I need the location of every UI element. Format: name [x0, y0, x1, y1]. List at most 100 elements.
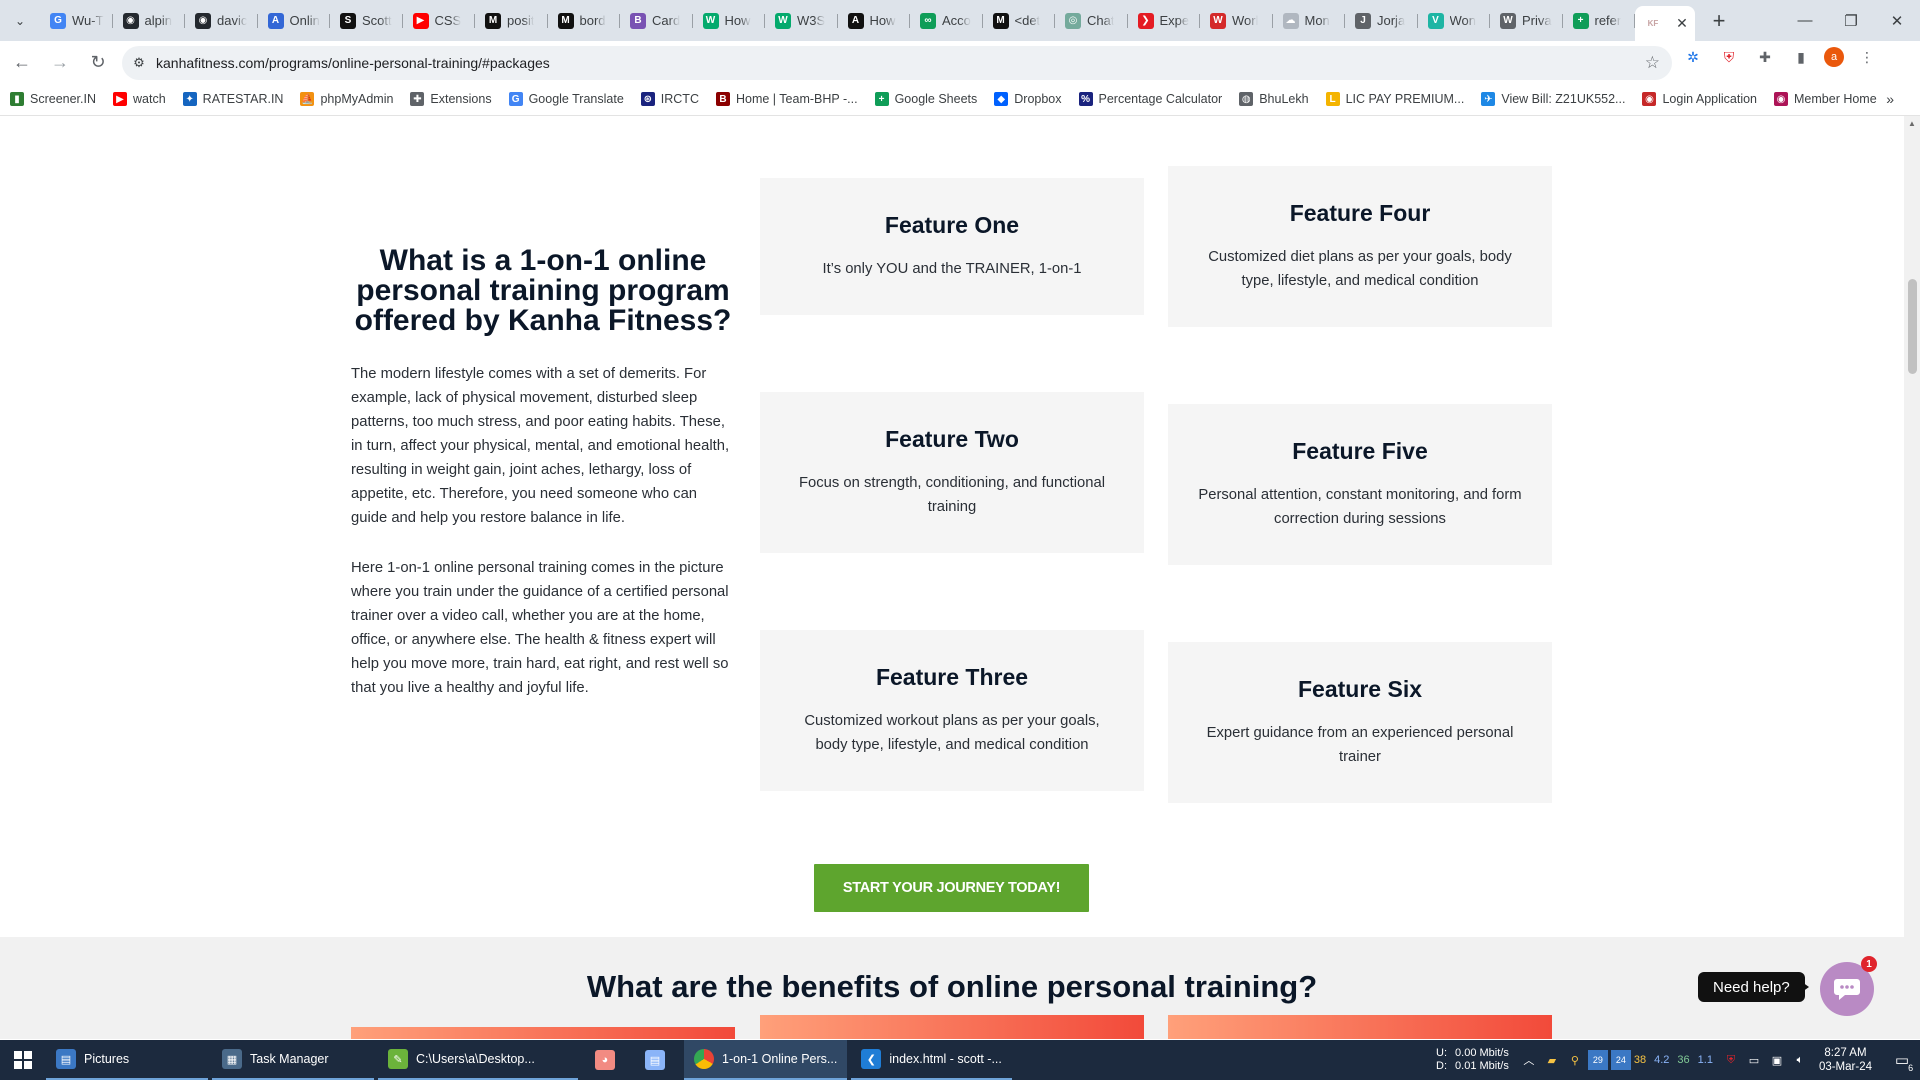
- forward-icon[interactable]: →: [44, 46, 76, 78]
- puzzle-icon[interactable]: ✚: [1752, 44, 1778, 70]
- restore-icon[interactable]: ❐: [1828, 0, 1874, 41]
- bookmark-item[interactable]: ◉ Login Application: [1642, 92, 1757, 106]
- tab[interactable]: ∞ Acco: [910, 5, 983, 37]
- clock[interactable]: 8:27 AM 03-Mar-24: [1819, 1046, 1872, 1074]
- tab[interactable]: ◎ Chat: [1055, 5, 1128, 37]
- tab-label: Onlin: [289, 13, 320, 28]
- bookmark-item[interactable]: ⊛ IRCTC: [640, 92, 699, 106]
- bookmark-item[interactable]: B Home | Team-BHP -...: [715, 92, 858, 106]
- bookmark-item[interactable]: % Percentage Calculator: [1078, 92, 1222, 106]
- windows-start-icon[interactable]: [0, 1040, 46, 1080]
- bookmarks-overflow-icon[interactable]: »: [1886, 91, 1894, 107]
- tab-label: alpin: [144, 13, 172, 28]
- extension-icon[interactable]: ✲: [1680, 44, 1706, 70]
- tab[interactable]: ◉ davic: [185, 5, 258, 37]
- github-icon: ◉: [122, 12, 139, 29]
- tray-number: 1.1: [1697, 1054, 1713, 1066]
- bookmark-item[interactable]: ◆ Dropbox: [994, 92, 1062, 106]
- taskbar-item[interactable]: ▤ Pictures: [46, 1040, 208, 1080]
- bookmark-item[interactable]: ⛵ phpMyAdmin: [300, 92, 393, 106]
- tab[interactable]: G Wu-T: [40, 5, 113, 37]
- network-icon[interactable]: ▣: [1767, 1050, 1787, 1070]
- benefit-card: [760, 1015, 1144, 1039]
- system-tray: U: D: 0.00 Mbit/s 0.01 Mbit/s ︿ ▰ ⚲ 29 2…: [1436, 1040, 1920, 1080]
- taskbar-item[interactable]: ✎ C:\Users\a\Desktop...: [378, 1040, 578, 1080]
- keyboard-icon[interactable]: ▭: [1744, 1050, 1764, 1070]
- bookmark-item[interactable]: L LIC PAY PREMIUM...: [1325, 92, 1464, 106]
- taskbar-item-vscode[interactable]: ❮ index.html - scott -...: [851, 1040, 1012, 1080]
- taskbar-item[interactable]: ▦ Task Manager: [212, 1040, 374, 1080]
- bookmark-item[interactable]: + Google Sheets: [874, 92, 977, 106]
- notepad-icon: ▤: [645, 1050, 665, 1070]
- scroll-thumb[interactable]: [1908, 279, 1917, 374]
- tab-active[interactable]: KF ✕: [1635, 6, 1695, 41]
- calendar-icon[interactable]: 29: [1587, 1050, 1608, 1070]
- url-text[interactable]: kanhafitness.com/programs/online-persona…: [156, 55, 550, 71]
- tab-search-icon[interactable]: ⌄: [0, 14, 40, 28]
- app-icon: ◕: [595, 1050, 615, 1070]
- tab[interactable]: B Card: [620, 5, 693, 37]
- bookmark-item[interactable]: ✚ Extensions: [410, 92, 492, 106]
- scott-icon: S: [340, 12, 356, 29]
- tab[interactable]: + refer: [1563, 5, 1636, 37]
- address-bar[interactable]: ⚙ kanhafitness.com/programs/online-perso…: [122, 46, 1672, 80]
- tab[interactable]: V Won: [1418, 5, 1491, 37]
- tab[interactable]: ◉ alpin: [113, 5, 186, 37]
- calendar-icon[interactable]: 24: [1610, 1050, 1631, 1070]
- lic-icon: L: [1325, 92, 1340, 106]
- youtube-icon: ▶: [113, 92, 128, 106]
- tab[interactable]: S Scott: [330, 5, 403, 37]
- chevron-up-icon[interactable]: ︿: [1519, 1050, 1539, 1070]
- scroll-up-arrow-icon[interactable]: ▲: [1908, 119, 1916, 128]
- feature-text: Focus on strength, conditioning, and fun…: [798, 475, 1105, 515]
- tab[interactable]: Mposit: [475, 5, 548, 37]
- taskbar-item[interactable]: ◕: [582, 1040, 628, 1080]
- tab[interactable]: ▶ CSS: [403, 5, 476, 37]
- bookmark-item[interactable]: ✦ RATESTAR.IN: [182, 92, 283, 106]
- tab[interactable]: A Onlin: [258, 5, 331, 37]
- need-help-label[interactable]: Need help?: [1698, 972, 1805, 1002]
- close-tab-icon[interactable]: ✕: [1671, 13, 1693, 35]
- menu-icon[interactable]: ⋮: [1854, 44, 1880, 70]
- side-panel-icon[interactable]: ▮: [1788, 44, 1814, 70]
- avatar[interactable]: a: [1824, 47, 1844, 67]
- antivirus-icon[interactable]: ⛨: [1721, 1050, 1741, 1070]
- shield-icon[interactable]: ⛨: [1716, 44, 1742, 70]
- cloud-icon: ☁: [1282, 12, 1299, 29]
- tab[interactable]: W W3S: [765, 5, 838, 37]
- notification-icon[interactable]: ▭ 6: [1884, 1040, 1920, 1080]
- bookmark-star-icon[interactable]: ☆: [1645, 53, 1660, 73]
- folder-icon[interactable]: ▰: [1542, 1050, 1562, 1070]
- bookmark-item[interactable]: ◍ BhuLekh: [1239, 92, 1309, 106]
- tab[interactable]: W Priva: [1490, 5, 1563, 37]
- tab[interactable]: Mbord: [548, 5, 621, 37]
- volume-icon[interactable]: 🔈︎: [1790, 1050, 1810, 1070]
- start-journey-button[interactable]: START YOUR JOURNEY TODAY!: [814, 864, 1089, 912]
- bookmark-item[interactable]: ▶ watch: [113, 92, 166, 106]
- new-tab-button[interactable]: +: [1701, 5, 1737, 37]
- bookmark-item[interactable]: ✈ View Bill: Z21UK552...: [1481, 92, 1625, 106]
- site-info-icon[interactable]: ⚙: [122, 55, 156, 71]
- scrollbar[interactable]: ▲: [1904, 116, 1920, 1039]
- close-window-icon[interactable]: ✕: [1874, 0, 1920, 41]
- tab[interactable]: ☁ Mon: [1273, 5, 1346, 37]
- tab[interactable]: W How: [693, 5, 766, 37]
- taskbar-item[interactable]: ▤: [632, 1040, 678, 1080]
- benefit-card: [351, 1027, 735, 1039]
- bookmark-label: Screener.IN: [30, 92, 97, 106]
- search-icon[interactable]: ⚲: [1565, 1050, 1585, 1070]
- tab[interactable]: ❯ Expe: [1128, 5, 1201, 37]
- tab[interactable]: M <det: [983, 5, 1056, 37]
- bookmark-item[interactable]: ▮ Screener.IN: [10, 92, 96, 106]
- tab[interactable]: J Jorja: [1345, 5, 1418, 37]
- reload-icon[interactable]: ↻: [82, 46, 114, 78]
- taskbar-item-chrome[interactable]: 1-on-1 Online Pers...: [684, 1040, 848, 1080]
- benefits-title: What are the benefits of online personal…: [586, 969, 1318, 1004]
- tab[interactable]: A How: [838, 5, 911, 37]
- tab[interactable]: W Worl: [1200, 5, 1273, 37]
- bookmark-item[interactable]: ◉ Member Home: [1774, 92, 1877, 106]
- back-icon[interactable]: ←: [6, 46, 38, 78]
- bookmark-item[interactable]: G Google Translate: [508, 92, 624, 106]
- minimize-icon[interactable]: —: [1782, 0, 1828, 41]
- feature-card-two: Feature Two Focus on strength, condition…: [760, 392, 1144, 553]
